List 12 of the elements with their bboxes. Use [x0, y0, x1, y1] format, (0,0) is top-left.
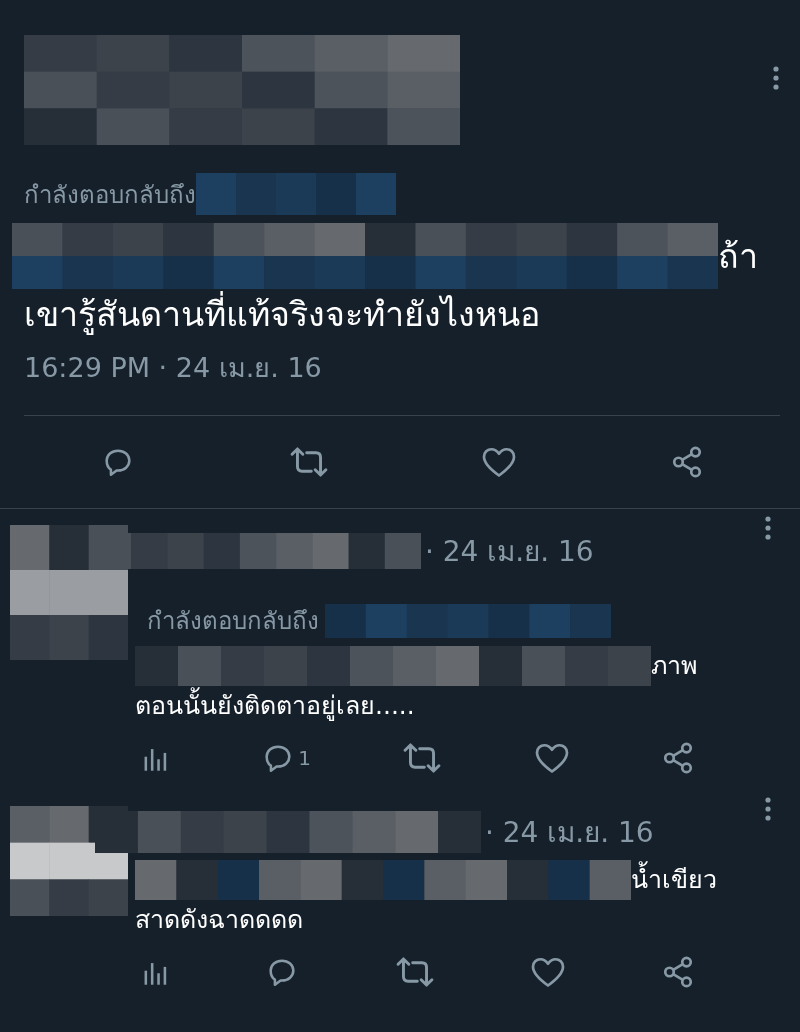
tweet-text: ถ้า — [718, 234, 758, 278]
reply-text: ตอนนั้นยังติดตาอยู่เลย..... — [135, 686, 764, 726]
tweet-text: เขารู้สันดานที่แท้จริงจะทำยังไงหนอ — [24, 289, 780, 340]
reply-context: กำลังตอบกลับถึง — [24, 179, 196, 211]
tweet-date: · 24 เม.ย. 16 — [485, 815, 654, 851]
reply-text: สาดดังฉาดดดด — [135, 904, 304, 936]
reply-text: ภาพ — [651, 650, 697, 682]
tweet-date: · 24 เม.ย. 16 — [425, 534, 594, 570]
timestamp: 16:29 PM · 24 เม.ย. 16 — [24, 351, 323, 385]
reply-context: กำลังตอบกลับถึง — [147, 606, 319, 637]
reply-text: น้ำเขียว — [631, 860, 717, 900]
reply-button[interactable]: 1 — [256, 737, 316, 779]
